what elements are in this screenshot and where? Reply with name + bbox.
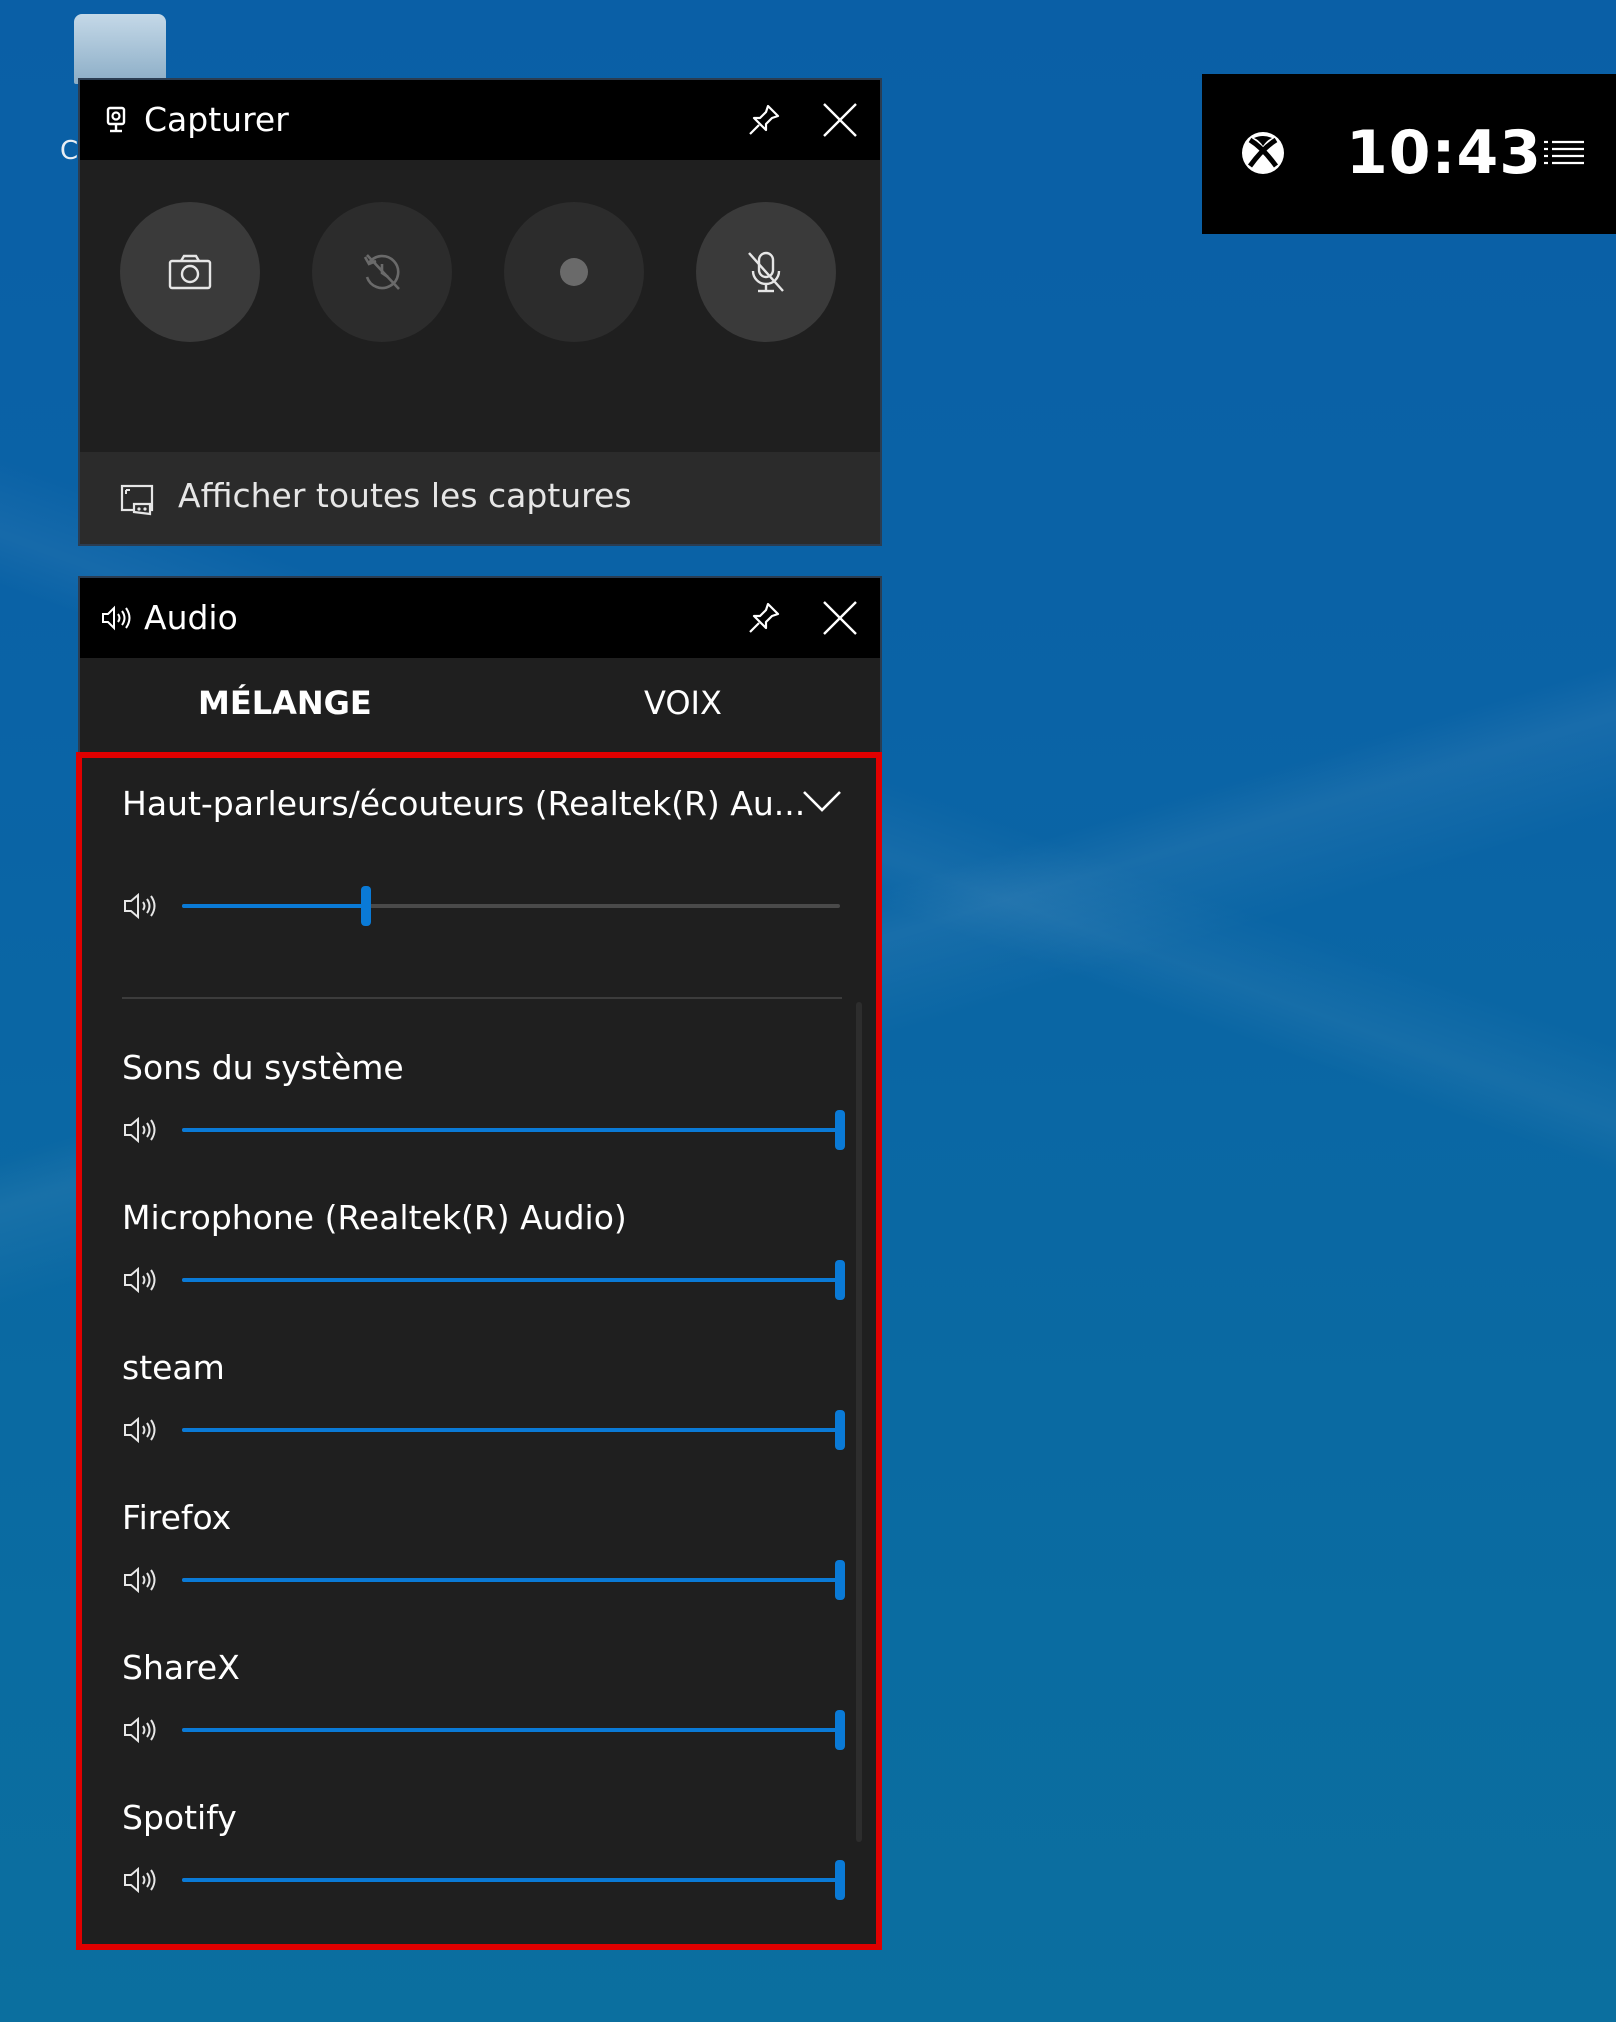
slider-fill	[182, 1278, 840, 1282]
app-name: Spotify	[122, 1798, 237, 1837]
tab-mix[interactable]: MÉLANGE	[198, 684, 372, 722]
show-all-captures-link[interactable]: Afficher toutes les captures	[80, 452, 880, 544]
app-volume-slider[interactable]	[122, 1860, 845, 1900]
slider-thumb[interactable]	[835, 1410, 845, 1450]
speaker-icon[interactable]	[122, 1864, 162, 1896]
xbox-logo-icon[interactable]	[1240, 130, 1286, 176]
chevron-down-icon[interactable]	[800, 786, 844, 816]
audio-header[interactable]: Audio	[80, 578, 880, 658]
speaker-icon[interactable]	[122, 1264, 162, 1296]
slider-track[interactable]	[182, 886, 840, 926]
app-volume-slider[interactable]	[122, 1710, 845, 1750]
slider-track[interactable]	[182, 1260, 845, 1300]
pin-icon[interactable]	[744, 598, 784, 638]
tab-voice[interactable]: VOIX	[644, 684, 722, 722]
capture-title: Capturer	[144, 100, 289, 139]
slider-fill	[182, 1728, 840, 1732]
slider-track[interactable]	[182, 1860, 845, 1900]
capture-widget-icon	[106, 106, 126, 133]
gallery-icon	[120, 484, 154, 516]
record-last-disabled-icon	[363, 254, 400, 290]
app-volume-slider[interactable]	[122, 1260, 845, 1300]
slider-track[interactable]	[182, 1560, 845, 1600]
app-name: Microphone (Realtek(R) Audio)	[122, 1198, 627, 1237]
slider-track[interactable]	[182, 1410, 845, 1450]
speaker-icon[interactable]	[122, 1714, 162, 1746]
slider-thumb[interactable]	[835, 1110, 845, 1150]
slider-fill	[182, 1128, 840, 1132]
audio-title: Audio	[144, 598, 238, 637]
app-name: steam	[122, 1348, 225, 1387]
app-volume-slider[interactable]	[122, 1410, 845, 1450]
menu-list-icon[interactable]	[1542, 136, 1586, 170]
pin-icon[interactable]	[744, 100, 784, 140]
slider-fill	[182, 1878, 840, 1882]
slider-fill	[182, 904, 367, 908]
master-volume-slider[interactable]	[122, 886, 844, 926]
close-icon[interactable]	[820, 598, 860, 638]
speaker-icon[interactable]	[122, 1564, 162, 1596]
audio-widget: Audio MÉLANGE VOIX Haut-parleurs/écouteu…	[78, 576, 882, 1950]
microphone-toggle-button[interactable]	[696, 202, 836, 342]
slider-thumb[interactable]	[835, 1860, 845, 1900]
slider-track[interactable]	[182, 1110, 845, 1150]
microphone-muted-icon	[748, 251, 784, 293]
game-bar: 10:43	[1202, 74, 1616, 234]
slider-thumb[interactable]	[835, 1710, 845, 1750]
slider-fill	[182, 1578, 840, 1582]
output-device-select[interactable]: Haut-parleurs/écouteurs (Realtek(R) Au..…	[122, 784, 805, 823]
capture-widget: Capturer Afficher toutes les captures	[78, 78, 882, 546]
speaker-icon	[102, 605, 131, 631]
speaker-icon[interactable]	[122, 1414, 162, 1446]
record-last-button[interactable]	[312, 202, 452, 342]
scrollbar[interactable]	[856, 1002, 862, 1842]
app-name: Sons du système	[122, 1048, 404, 1087]
clock: 10:43	[1346, 118, 1542, 188]
show-all-captures-label: Afficher toutes les captures	[178, 476, 632, 515]
speaker-icon[interactable]	[122, 890, 162, 922]
record-dot-icon	[560, 258, 588, 286]
slider-track[interactable]	[182, 1710, 845, 1750]
app-volume-slider[interactable]	[122, 1110, 845, 1150]
slider-thumb[interactable]	[835, 1260, 845, 1300]
app-name: ShareX	[122, 1648, 240, 1687]
app-name: Firefox	[122, 1498, 232, 1537]
recycle-bin-icon[interactable]	[74, 14, 166, 84]
screenshot-button[interactable]	[120, 202, 260, 342]
app-volume-slider[interactable]	[122, 1560, 845, 1600]
speaker-icon[interactable]	[122, 1114, 162, 1146]
section-divider	[122, 997, 842, 999]
audio-tabs: MÉLANGE VOIX	[80, 658, 880, 752]
slider-thumb[interactable]	[361, 886, 372, 926]
camera-icon	[168, 254, 212, 290]
close-icon[interactable]	[820, 100, 860, 140]
capture-header[interactable]: Capturer	[80, 80, 880, 160]
slider-fill	[182, 1428, 840, 1432]
start-recording-button[interactable]	[504, 202, 644, 342]
slider-thumb[interactable]	[835, 1560, 845, 1600]
